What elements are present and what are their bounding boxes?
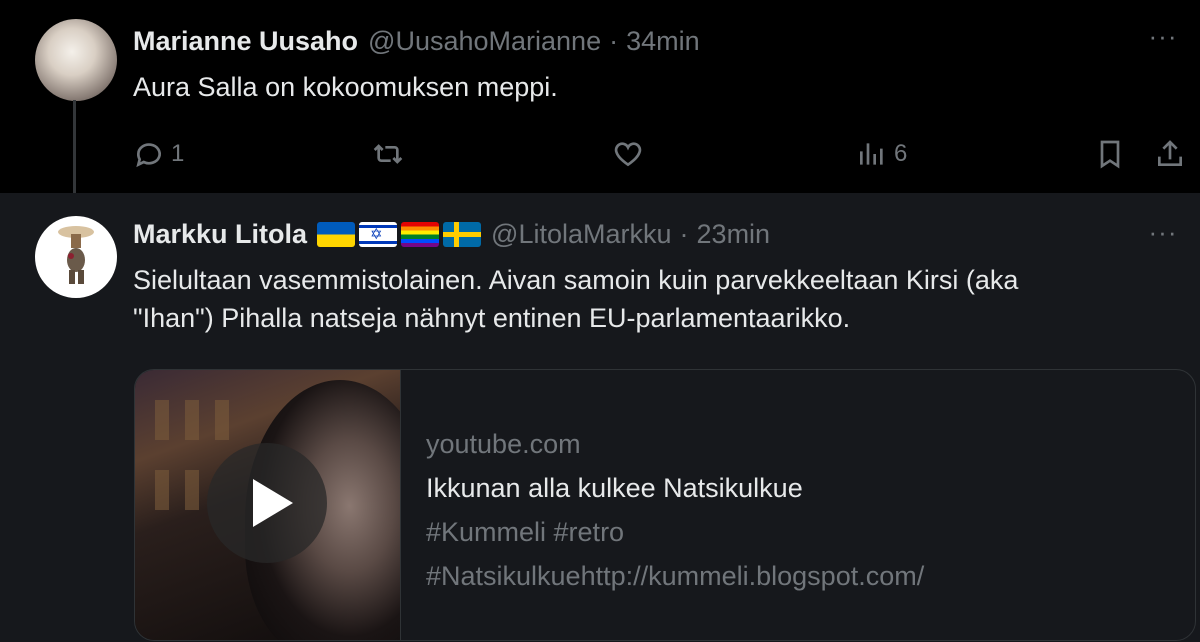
reply-count: 1 — [171, 140, 185, 167]
tweet-markku[interactable]: Markku Litola ✡ @LitolaMarkku · 23min ··… — [0, 193, 1200, 642]
share-button[interactable] — [1154, 134, 1186, 174]
reply-icon — [136, 143, 161, 168]
tweet-header: Marianne Uusaho @UusahoMarianne · 34min — [133, 21, 700, 61]
more-options-icon[interactable]: ··· — [1148, 219, 1178, 252]
share-icon — [1158, 140, 1182, 166]
flag-sweden-icon — [443, 221, 482, 247]
handle[interactable]: @LitolaMarkku — [491, 219, 671, 250]
separator: · — [679, 218, 689, 249]
flag-rainbow-icon — [401, 221, 440, 247]
views-chart-icon — [860, 143, 883, 165]
play-icon[interactable] — [207, 443, 327, 563]
avatar-figure-icon — [58, 226, 94, 284]
flag-israel-icon: ✡ — [359, 221, 398, 247]
bookmark-button[interactable] — [1094, 134, 1126, 174]
timestamp[interactable]: 34min — [626, 26, 700, 57]
bookmark-icon — [1100, 140, 1120, 169]
card-description: #Kummeli #retro — [426, 517, 625, 547]
views-count: 6 — [894, 140, 908, 167]
tweet-text-line: "Ihan") Pihalla natseja nähnyt entinen E… — [133, 303, 851, 333]
action-bar: 1 6 — [0, 134, 1200, 174]
heart-icon — [614, 142, 642, 167]
display-name[interactable]: Markku Litola — [133, 219, 307, 250]
video-thumbnail[interactable] — [135, 370, 401, 640]
retweet-button[interactable] — [372, 134, 410, 174]
avatar[interactable] — [35, 19, 117, 101]
card-title[interactable]: Ikkunan alla kulkee Natsikulkue — [426, 466, 924, 510]
tweet-header: Markku Litola ✡ @LitolaMarkku · 23min — [133, 214, 770, 254]
retweet-icon — [373, 144, 403, 164]
flag-ukraine-icon — [317, 221, 356, 247]
display-name[interactable]: Marianne Uusaho — [133, 26, 358, 57]
background-window — [155, 400, 169, 440]
card-description: #Natsikulkuehttp://kummeli.blogspot.com/ — [426, 561, 925, 591]
background-window — [185, 400, 199, 440]
handle[interactable]: @UusahoMarianne — [368, 26, 601, 57]
tweet-text: Aura Salla on kokoomuksen meppi. — [133, 72, 558, 102]
reply-button[interactable]: 1 — [133, 134, 184, 174]
background-window — [215, 400, 229, 440]
background-window — [185, 470, 199, 510]
timestamp[interactable]: 23min — [697, 219, 771, 250]
card-text: youtube.com Ikkunan alla kulkee Natsikul… — [426, 422, 924, 598]
separator: · — [609, 25, 619, 56]
views-button[interactable]: 6 — [856, 134, 907, 174]
tweet-marianne[interactable]: Marianne Uusaho @UusahoMarianne · 34min … — [0, 0, 1200, 193]
more-options-icon[interactable]: ··· — [1148, 23, 1178, 56]
avatar[interactable] — [35, 216, 117, 298]
card-domain: youtube.com — [426, 429, 581, 459]
like-button[interactable] — [612, 134, 650, 174]
tweet-text: Sielultaan vasemmistolainen. Aivan samoi… — [133, 261, 1173, 337]
background-window — [155, 470, 169, 510]
flag-emojis: ✡ — [317, 221, 482, 247]
tweet-text-line: Sielultaan vasemmistolainen. Aivan samoi… — [133, 265, 1019, 295]
link-card[interactable]: youtube.com Ikkunan alla kulkee Natsikul… — [134, 369, 1196, 641]
